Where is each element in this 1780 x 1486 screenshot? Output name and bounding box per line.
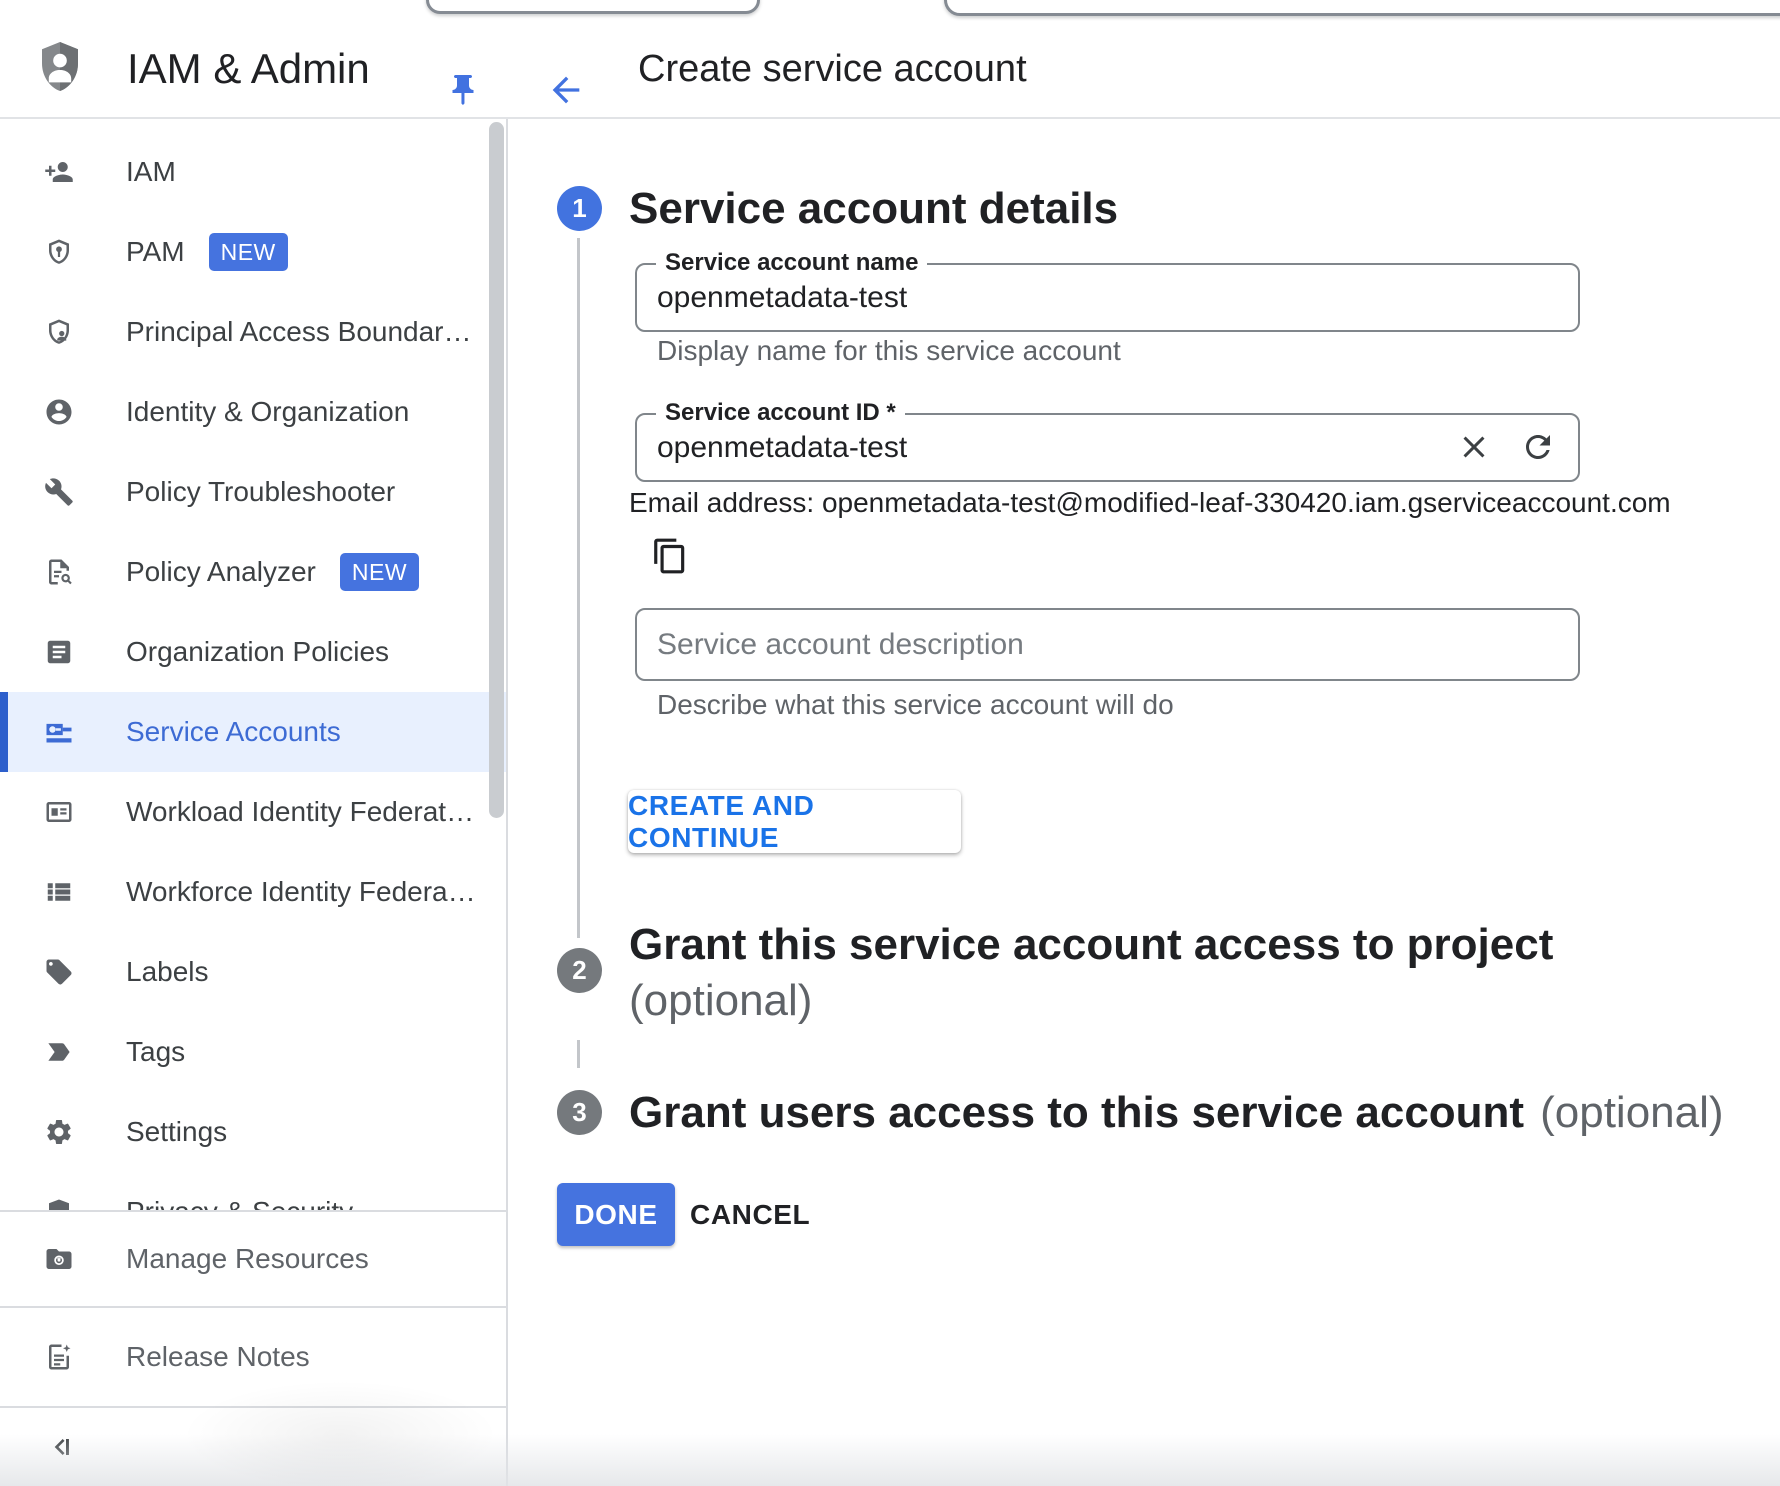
collapse-panel-icon — [44, 1431, 76, 1463]
shield-person-icon — [44, 317, 74, 347]
step-1-circle: 1 — [557, 186, 602, 231]
field-value: openmetadata-test — [657, 265, 907, 330]
sidebar-collapse-button[interactable] — [0, 1408, 506, 1486]
sidebar-item-settings[interactable]: Settings — [0, 1092, 506, 1172]
shield-key-icon — [44, 237, 74, 267]
cancel-button[interactable]: CANCEL — [690, 1183, 810, 1246]
sidebar-item-label: Labels — [126, 956, 209, 988]
step-2-title: Grant this service account access to pro… — [629, 922, 1553, 967]
step-number: 1 — [572, 193, 586, 224]
service-account-key-icon — [44, 717, 74, 747]
step-1-title: Service account details — [629, 186, 1118, 231]
back-arrow-icon[interactable] — [546, 70, 586, 110]
service-account-description-field[interactable]: Service account description — [635, 608, 1580, 681]
name-helper-text: Display name for this service account — [657, 335, 1121, 367]
sidebar-item-organization-policies[interactable]: Organization Policies — [0, 612, 506, 692]
new-badge: NEW — [340, 553, 419, 591]
sidebar-item-pam[interactable]: PAM NEW — [0, 212, 506, 292]
create-service-account-page: IAM & Admin Create service account IAM — [0, 0, 1780, 1486]
iam-shield-logo — [36, 39, 84, 97]
new-badge: NEW — [209, 233, 288, 271]
step-number: 3 — [572, 1097, 586, 1128]
stepper-line — [577, 238, 580, 938]
page-title: Create service account — [638, 21, 1027, 117]
folder-gear-icon — [44, 1244, 74, 1274]
doc-search-icon — [44, 557, 74, 587]
person-add-icon — [44, 157, 74, 187]
clear-icon[interactable] — [1456, 429, 1492, 465]
sidebar-item-labels[interactable]: Labels — [0, 932, 506, 1012]
sidebar-item-label: Release Notes — [126, 1341, 310, 1373]
email-address-text: Email address: openmetadata-test@modifie… — [629, 487, 1671, 519]
card-icon — [44, 797, 74, 827]
sidebar-item-iam[interactable]: IAM — [0, 132, 506, 212]
sidebar-item-label: IAM — [126, 156, 176, 188]
step-number: 2 — [572, 955, 586, 986]
doc-sparkle-icon — [44, 1342, 74, 1372]
product-name: IAM & Admin — [127, 21, 370, 117]
list-icon — [44, 877, 74, 907]
sidebar-item-service-accounts[interactable]: Service Accounts — [0, 692, 506, 772]
sidebar-scrollbar[interactable] — [489, 122, 504, 818]
sidebar-item-workload-identity-federation[interactable]: Workload Identity Federat… — [0, 772, 506, 852]
stepper-line — [577, 1040, 580, 1068]
description-helper-text: Describe what this service account will … — [657, 689, 1174, 721]
sidebar-border — [506, 117, 508, 1486]
sidebar-item-label: Principal Access Boundar… — [126, 316, 472, 348]
sidebar-item-label: Workload Identity Federat… — [126, 796, 474, 828]
refresh-icon[interactable] — [1520, 429, 1556, 465]
tag-icon — [44, 957, 74, 987]
step-3-optional-label: (optional) — [1540, 1088, 1723, 1138]
browser-chrome-fragment-right — [944, 0, 1780, 16]
sidebar-item-policy-troubleshooter[interactable]: Policy Troubleshooter — [0, 452, 506, 532]
sidebar-item-label: Policy Troubleshooter — [126, 476, 395, 508]
sidebar-item-label: Policy Analyzer — [126, 556, 316, 588]
sidebar-item-label: Workforce Identity Federa… — [126, 876, 476, 908]
sidebar-item-label: PAM — [126, 236, 185, 268]
article-icon — [44, 637, 74, 667]
sidebar-items: IAM PAM NEW Principal Access Boundar… — [0, 132, 506, 1252]
sidebar-item-identity-organization[interactable]: Identity & Organization — [0, 372, 506, 452]
create-and-continue-button[interactable]: CREATE AND CONTINUE — [628, 790, 961, 853]
sidebar-nav: IAM PAM NEW Principal Access Boundar… — [0, 117, 508, 1486]
copy-icon[interactable] — [651, 537, 689, 575]
sidebar-item-label: Organization Policies — [126, 636, 389, 668]
sidebar-item-label: Service Accounts — [126, 716, 341, 748]
sidebar-item-release-notes[interactable]: Release Notes — [0, 1308, 506, 1406]
service-account-name-field[interactable]: Service account name openmetadata-test — [635, 263, 1580, 332]
sidebar-item-label: Settings — [126, 1116, 227, 1148]
sidebar-item-manage-resources[interactable]: Manage Resources — [0, 1212, 506, 1306]
wrench-icon — [44, 477, 74, 507]
sidebar-item-workforce-identity-federation[interactable]: Workforce Identity Federa… — [0, 852, 506, 932]
step-2-optional-label: (optional) — [629, 978, 812, 1023]
account-circle-icon — [44, 397, 74, 427]
sidebar-item-label: Tags — [126, 1036, 185, 1068]
pin-icon[interactable] — [445, 72, 481, 108]
field-placeholder: Service account description — [657, 610, 1024, 679]
sidebar-item-tags[interactable]: Tags — [0, 1012, 506, 1092]
sidebar-item-principal-access-boundary[interactable]: Principal Access Boundar… — [0, 292, 506, 372]
app-header: IAM & Admin Create service account — [0, 21, 1780, 119]
browser-chrome-fragment-left — [426, 0, 760, 14]
step-3-circle: 3 — [557, 1090, 602, 1135]
sidebar-item-label: Manage Resources — [126, 1243, 369, 1275]
step-3-title-text: Grant users access to this service accou… — [629, 1088, 1524, 1138]
arrow-tag-icon — [44, 1037, 74, 1067]
field-value: openmetadata-test — [657, 415, 907, 480]
sidebar-footer: Manage Resources Release Notes — [0, 1210, 506, 1486]
step-3-title: Grant users access to this service accou… — [629, 1090, 1724, 1135]
gear-icon — [44, 1117, 74, 1147]
service-account-id-field[interactable]: Service account ID * openmetadata-test — [635, 413, 1580, 482]
done-button[interactable]: DONE — [557, 1183, 675, 1246]
sidebar-item-label: Identity & Organization — [126, 396, 409, 428]
step-2-circle: 2 — [557, 948, 602, 993]
sidebar-item-policy-analyzer[interactable]: Policy Analyzer NEW — [0, 532, 506, 612]
